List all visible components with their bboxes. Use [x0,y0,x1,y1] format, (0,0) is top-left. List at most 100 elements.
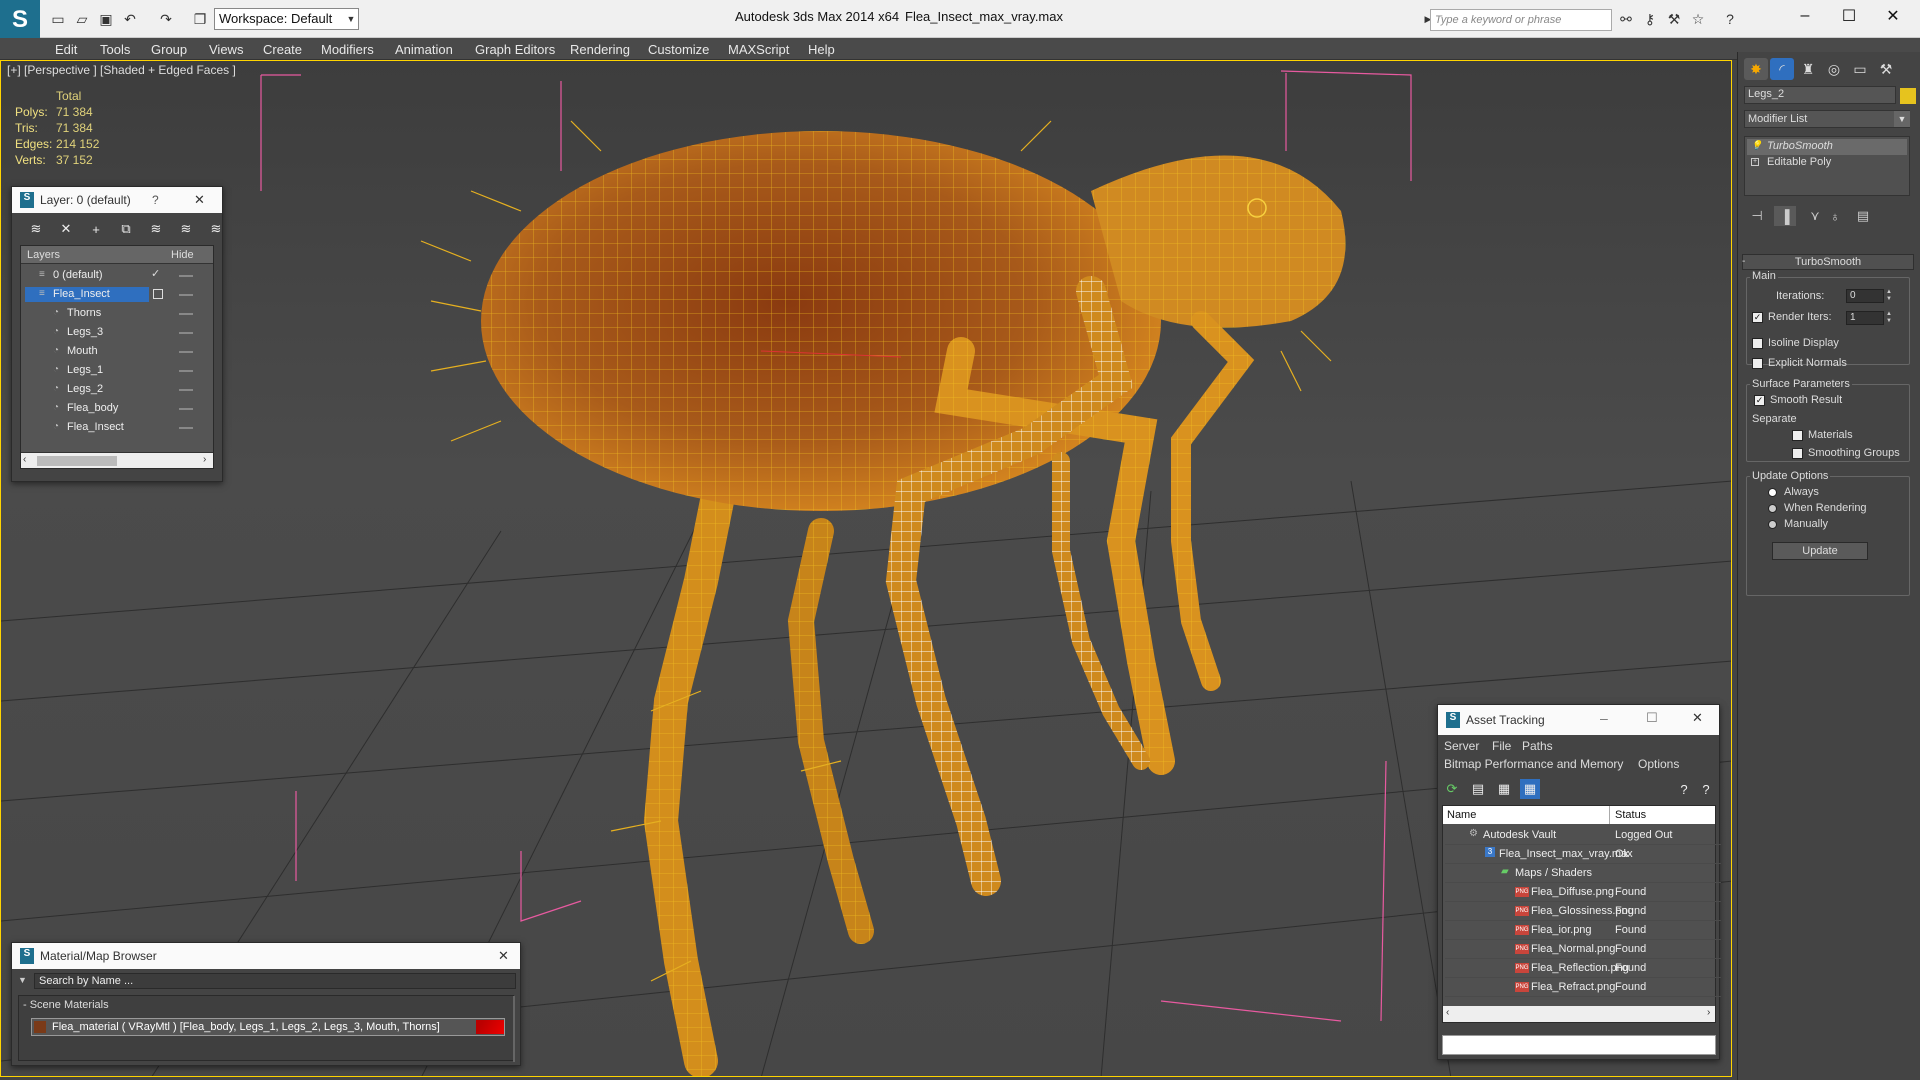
hide-toggle[interactable] [179,351,193,353]
layer-row[interactable]: ◔ Thorns [23,304,209,323]
menu-rendering[interactable]: Rendering [570,42,630,57]
redo-icon[interactable]: ↷ [156,9,176,29]
new-file-icon[interactable]: ▭ [48,9,68,29]
list-view-icon[interactable]: ▤ [1468,779,1488,799]
viewport-label[interactable]: [+] [Perspective ] [Shaded + Edged Faces… [7,63,236,77]
menu-edit[interactable]: Edit [55,42,77,57]
menu-maxscript[interactable]: MAXScript [728,42,789,57]
hide-toggle[interactable] [179,408,193,410]
col-name[interactable]: Name [1447,809,1476,821]
iterations-spinner[interactable]: 0 [1846,289,1884,303]
menu-group[interactable]: Group [151,42,187,57]
show-end-result-icon[interactable]: ▐ [1774,206,1796,226]
explicit-normals-checkbox[interactable] [1752,358,1763,369]
stack-item-editable-poly[interactable]: + Editable Poly [1747,155,1907,171]
create-layer-icon[interactable]: ≋ [26,219,46,239]
col-hide[interactable]: Hide [171,249,194,261]
undo-icon[interactable]: ↶ [120,9,140,29]
key-icon[interactable]: ⚷ [1640,9,1660,29]
layer-row[interactable]: ◔ Mouth [23,342,209,361]
table-row[interactable]: 3 Flea_Insect_max_vray.max Ok [1445,845,1721,864]
hide-toggle[interactable] [179,332,193,334]
app-logo[interactable]: S [0,0,40,40]
open-file-icon[interactable]: ▱ [72,9,92,29]
layer-row[interactable]: ≡ 0 (default) ✓ [23,266,209,285]
help-icon[interactable]: ? [1674,779,1694,799]
menu-options[interactable]: Options [1638,757,1679,771]
hide-toggle[interactable] [179,427,193,429]
chevron-down-icon[interactable]: ▼ [344,9,358,29]
make-unique-icon[interactable]: ⋎ [1804,206,1826,226]
render-iters-checkbox[interactable]: ✓ [1752,312,1763,323]
table-row[interactable]: PNG Flea_Refract.png Found [1445,978,1721,997]
menu-file[interactable]: File [1492,739,1511,753]
collapse-minus-icon[interactable]: - [1742,256,1745,267]
maximize-icon[interactable]: ☐ [1646,710,1658,726]
spinner-arrows-icon[interactable]: ▲ ▼ [1886,289,1894,303]
table-row[interactable]: PNG Flea_Glossiness.png Found [1445,902,1721,921]
search-input[interactable]: Type a keyword or phrase [1430,9,1612,31]
delete-layer-icon[interactable]: ✕ [56,219,76,239]
create-tab-icon[interactable]: ✸ [1744,58,1768,80]
manually-radio[interactable] [1768,520,1777,529]
object-name-field[interactable]: Legs_2 [1744,86,1896,104]
close-icon[interactable]: ✕ [194,192,205,208]
table-row[interactable]: PNG Flea_Reflection.png Found [1445,959,1721,978]
menu-graph-editors[interactable]: Graph Editors [475,42,555,57]
layer-row[interactable]: ◔ Legs_2 [23,380,209,399]
pin-stack-icon[interactable]: ⊣ [1746,206,1768,226]
material-item[interactable]: Flea_material ( VRayMtl ) [Flea_body, Le… [31,1018,505,1036]
scroll-right-icon[interactable]: › [203,454,206,465]
freeze-all-icon[interactable]: ≋ [206,219,226,239]
chevron-down-icon[interactable]: ▼ [1894,111,1910,127]
expand-plus-icon[interactable]: + [1751,158,1759,166]
save-icon[interactable]: ▣ [96,9,116,29]
help-icon[interactable]: ? [1720,9,1740,29]
menu-views[interactable]: Views [209,42,243,57]
scroll-thumb[interactable] [37,456,117,466]
remove-modifier-icon[interactable]: ♁ [1824,206,1846,226]
table-row[interactable]: PNG Flea_ior.png Found [1445,921,1721,940]
help-icon[interactable]: ? [152,193,159,207]
close-icon[interactable]: ✕ [1692,710,1703,726]
context-help-icon[interactable]: ? [1696,779,1716,799]
isoline-checkbox[interactable] [1752,338,1763,349]
hide-toggle[interactable] [179,275,193,277]
hide-toggle[interactable] [179,389,193,391]
select-in-layer-icon[interactable]: ⧉ [116,219,136,239]
motion-tab-icon[interactable]: ◎ [1822,58,1846,80]
configure-sets-icon[interactable]: ▤ [1852,206,1874,226]
scroll-right-icon[interactable]: › [1707,1007,1710,1018]
hide-toggle[interactable] [179,294,193,296]
smoothing-groups-checkbox[interactable] [1792,448,1803,459]
scene-materials-section[interactable]: - Scene Materials [23,999,109,1011]
hide-all-icon[interactable]: ≋ [176,219,196,239]
menu-modifiers[interactable]: Modifiers [321,42,374,57]
refresh-icon[interactable]: ⟳ [1442,779,1462,799]
materials-checkbox[interactable] [1792,430,1803,441]
thumbnail-view-icon[interactable]: ▦ [1494,779,1514,799]
horizontal-scrollbar[interactable]: ‹ › [1443,1006,1715,1022]
layer-row[interactable]: ◔ Legs_3 [23,323,209,342]
checkbox-icon[interactable] [153,289,163,299]
menu-paths[interactable]: Paths [1522,739,1553,753]
render-iters-spinner[interactable]: 1 [1846,311,1884,325]
asset-path-field[interactable] [1442,1035,1716,1055]
add-to-layer-icon[interactable]: + [86,219,106,239]
material-search-input[interactable]: Search by Name ... [34,973,516,989]
project-folder-icon[interactable]: ❐ [190,9,210,29]
menu-customize[interactable]: Customize [648,42,709,57]
menu-bitmap-performance[interactable]: Bitmap Performance and Memory [1444,757,1623,771]
minimize-button[interactable]: – [1782,4,1828,28]
vertical-scrollbar[interactable] [513,996,515,1062]
object-color-swatch[interactable] [1900,88,1916,104]
modify-tab-icon[interactable]: ◜ [1770,58,1794,80]
workspace-select[interactable]: Workspace: Default [214,8,359,30]
highlight-layer-icon[interactable]: ≋ [146,219,166,239]
menu-animation[interactable]: Animation [395,42,453,57]
menu-help[interactable]: Help [808,42,835,57]
scroll-left-icon[interactable]: ‹ [1446,1007,1449,1018]
hierarchy-tab-icon[interactable]: ♜ [1796,58,1820,80]
hide-toggle[interactable] [179,313,193,315]
update-button[interactable]: Update [1772,542,1868,560]
